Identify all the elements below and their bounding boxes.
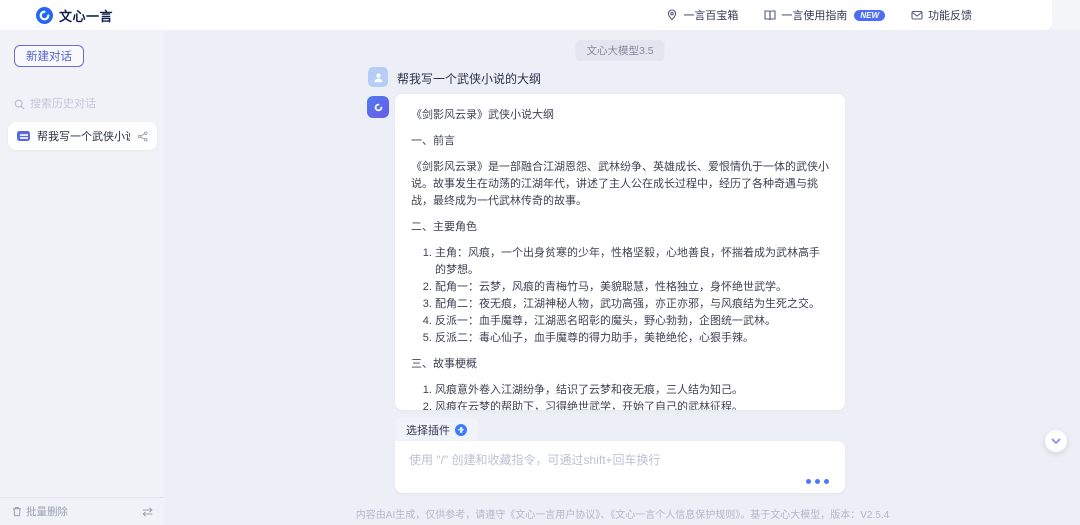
mail-icon <box>911 9 923 21</box>
plot-list: 风痕意外卷入江湖纷争，结识了云梦和夜无痕，三人结为知己。 风痕在云梦的帮助下，习… <box>411 382 829 410</box>
search-box <box>10 92 172 116</box>
more-actions-button[interactable] <box>806 479 829 484</box>
outline-item: 主角：风痕，一个出身贫寒的少年，性格坚毅，心地善良，怀揣着成为武林高手的梦想。 <box>435 245 829 279</box>
batch-delete-label: 批量删除 <box>26 506 68 518</box>
batch-delete-button[interactable]: 批量删除 <box>12 504 68 519</box>
footer-disclaimer: 内容由AI生成，仅供参考，请遵守《文心一言用户协议》、《文心一言个人信息保护规则… <box>355 510 890 521</box>
outline-item: 反派二：毒心仙子，血手魔尊的得力助手，美艳绝伦，心狠手辣。 <box>435 330 829 347</box>
swap-icon[interactable]: ⇄ <box>142 505 153 518</box>
outline-item: 配角一：云梦，风痕的青梅竹马，美貌聪慧，性格独立，身怀绝世武学。 <box>435 279 829 296</box>
assistant-response-card: 《剑影风云录》武侠小说大纲 一、前言 《剑影风云录》是一部融合江湖恩怨、武林纷争… <box>395 94 845 410</box>
sidebar: 新建对话 帮我写一个武侠小说的大纲 批量删除 <box>0 30 172 525</box>
plus-icon <box>455 423 467 436</box>
select-plugin-label: 选择插件 <box>406 424 450 437</box>
location-pin-icon <box>666 9 678 21</box>
conversation-item[interactable]: 帮我写一个武侠小说的大纲 <box>8 122 157 150</box>
select-plugin-button[interactable]: 选择插件 <box>395 418 478 441</box>
new-badge: NEW <box>854 9 885 21</box>
share-icon[interactable] <box>137 131 148 142</box>
chat-bubble-icon <box>17 131 30 141</box>
message-input[interactable] <box>395 441 845 475</box>
user-avatar <box>368 67 388 87</box>
book-icon <box>764 9 776 21</box>
nav-feedback[interactable]: 功能反馈 <box>911 7 972 23</box>
wenxin-logo-icon <box>36 6 53 24</box>
outline-item: 配角二：夜无痕，江湖神秘人物，武功高强，亦正亦邪，与风痕结为生死之交。 <box>435 296 829 313</box>
header: 文心一言 一言百宝箱 一言使用指南 NEW 功能反馈 <box>0 0 1052 30</box>
response-title: 《剑影风云录》武侠小说大纲 <box>411 109 554 121</box>
sidebar-footer: 批量删除 ⇄ <box>0 497 165 525</box>
nav-user-guide[interactable]: 一言使用指南 NEW <box>764 7 885 23</box>
header-nav: 一言百宝箱 一言使用指南 NEW 功能反馈 <box>666 7 972 23</box>
composer <box>395 441 845 493</box>
user-message: 帮我写一个武侠小说的大纲 <box>397 72 542 86</box>
chevron-down-icon <box>1051 438 1061 445</box>
character-list: 主角：风痕，一个出身贫寒的少年，性格坚毅，心地善良，怀揣着成为武林高手的梦想。 … <box>411 245 829 347</box>
model-badge: 文心大模型3.5 <box>575 40 665 61</box>
section-paragraph: 《剑影风云录》是一部融合江湖恩怨、武林纷争、英雄成长、爱恨情仇于一体的武侠小说。… <box>411 161 829 207</box>
logo: 文心一言 <box>36 6 113 25</box>
trash-icon <box>12 506 22 517</box>
outline-item: 风痕意外卷入江湖纷争，结识了云梦和夜无痕，三人结为知己。 <box>435 382 829 399</box>
search-icon <box>14 99 25 110</box>
outline-item: 反派一：血手魔尊，江湖恶名昭彰的魔头，野心勃勃，企图统一武林。 <box>435 313 829 330</box>
scroll-to-bottom-button[interactable] <box>1045 430 1067 452</box>
app-title: 文心一言 <box>59 8 114 24</box>
section-heading: 二、主要角色 <box>411 221 477 233</box>
section-heading: 一、前言 <box>411 135 455 147</box>
nav-label: 一言百宝箱 <box>683 10 739 22</box>
nav-label: 一言使用指南 <box>781 10 848 22</box>
section-heading: 三、故事梗概 <box>411 358 477 370</box>
search-input[interactable] <box>30 98 172 110</box>
assistant-avatar <box>367 96 389 118</box>
nav-treasure-box[interactable]: 一言百宝箱 <box>666 7 738 23</box>
chat-area: 文心大模型3.5 帮我写一个武侠小说的大纲 《剑影风云录》武侠小说大纲 一、前言… <box>165 30 1080 525</box>
outline-item: 风痕在云梦的帮助下，习得绝世武学，开始了自己的武林征程。 <box>435 399 829 410</box>
conversation-title: 帮我写一个武侠小说的大纲 <box>37 131 130 143</box>
new-chat-button[interactable]: 新建对话 <box>14 45 84 67</box>
nav-label: 功能反馈 <box>928 10 972 22</box>
